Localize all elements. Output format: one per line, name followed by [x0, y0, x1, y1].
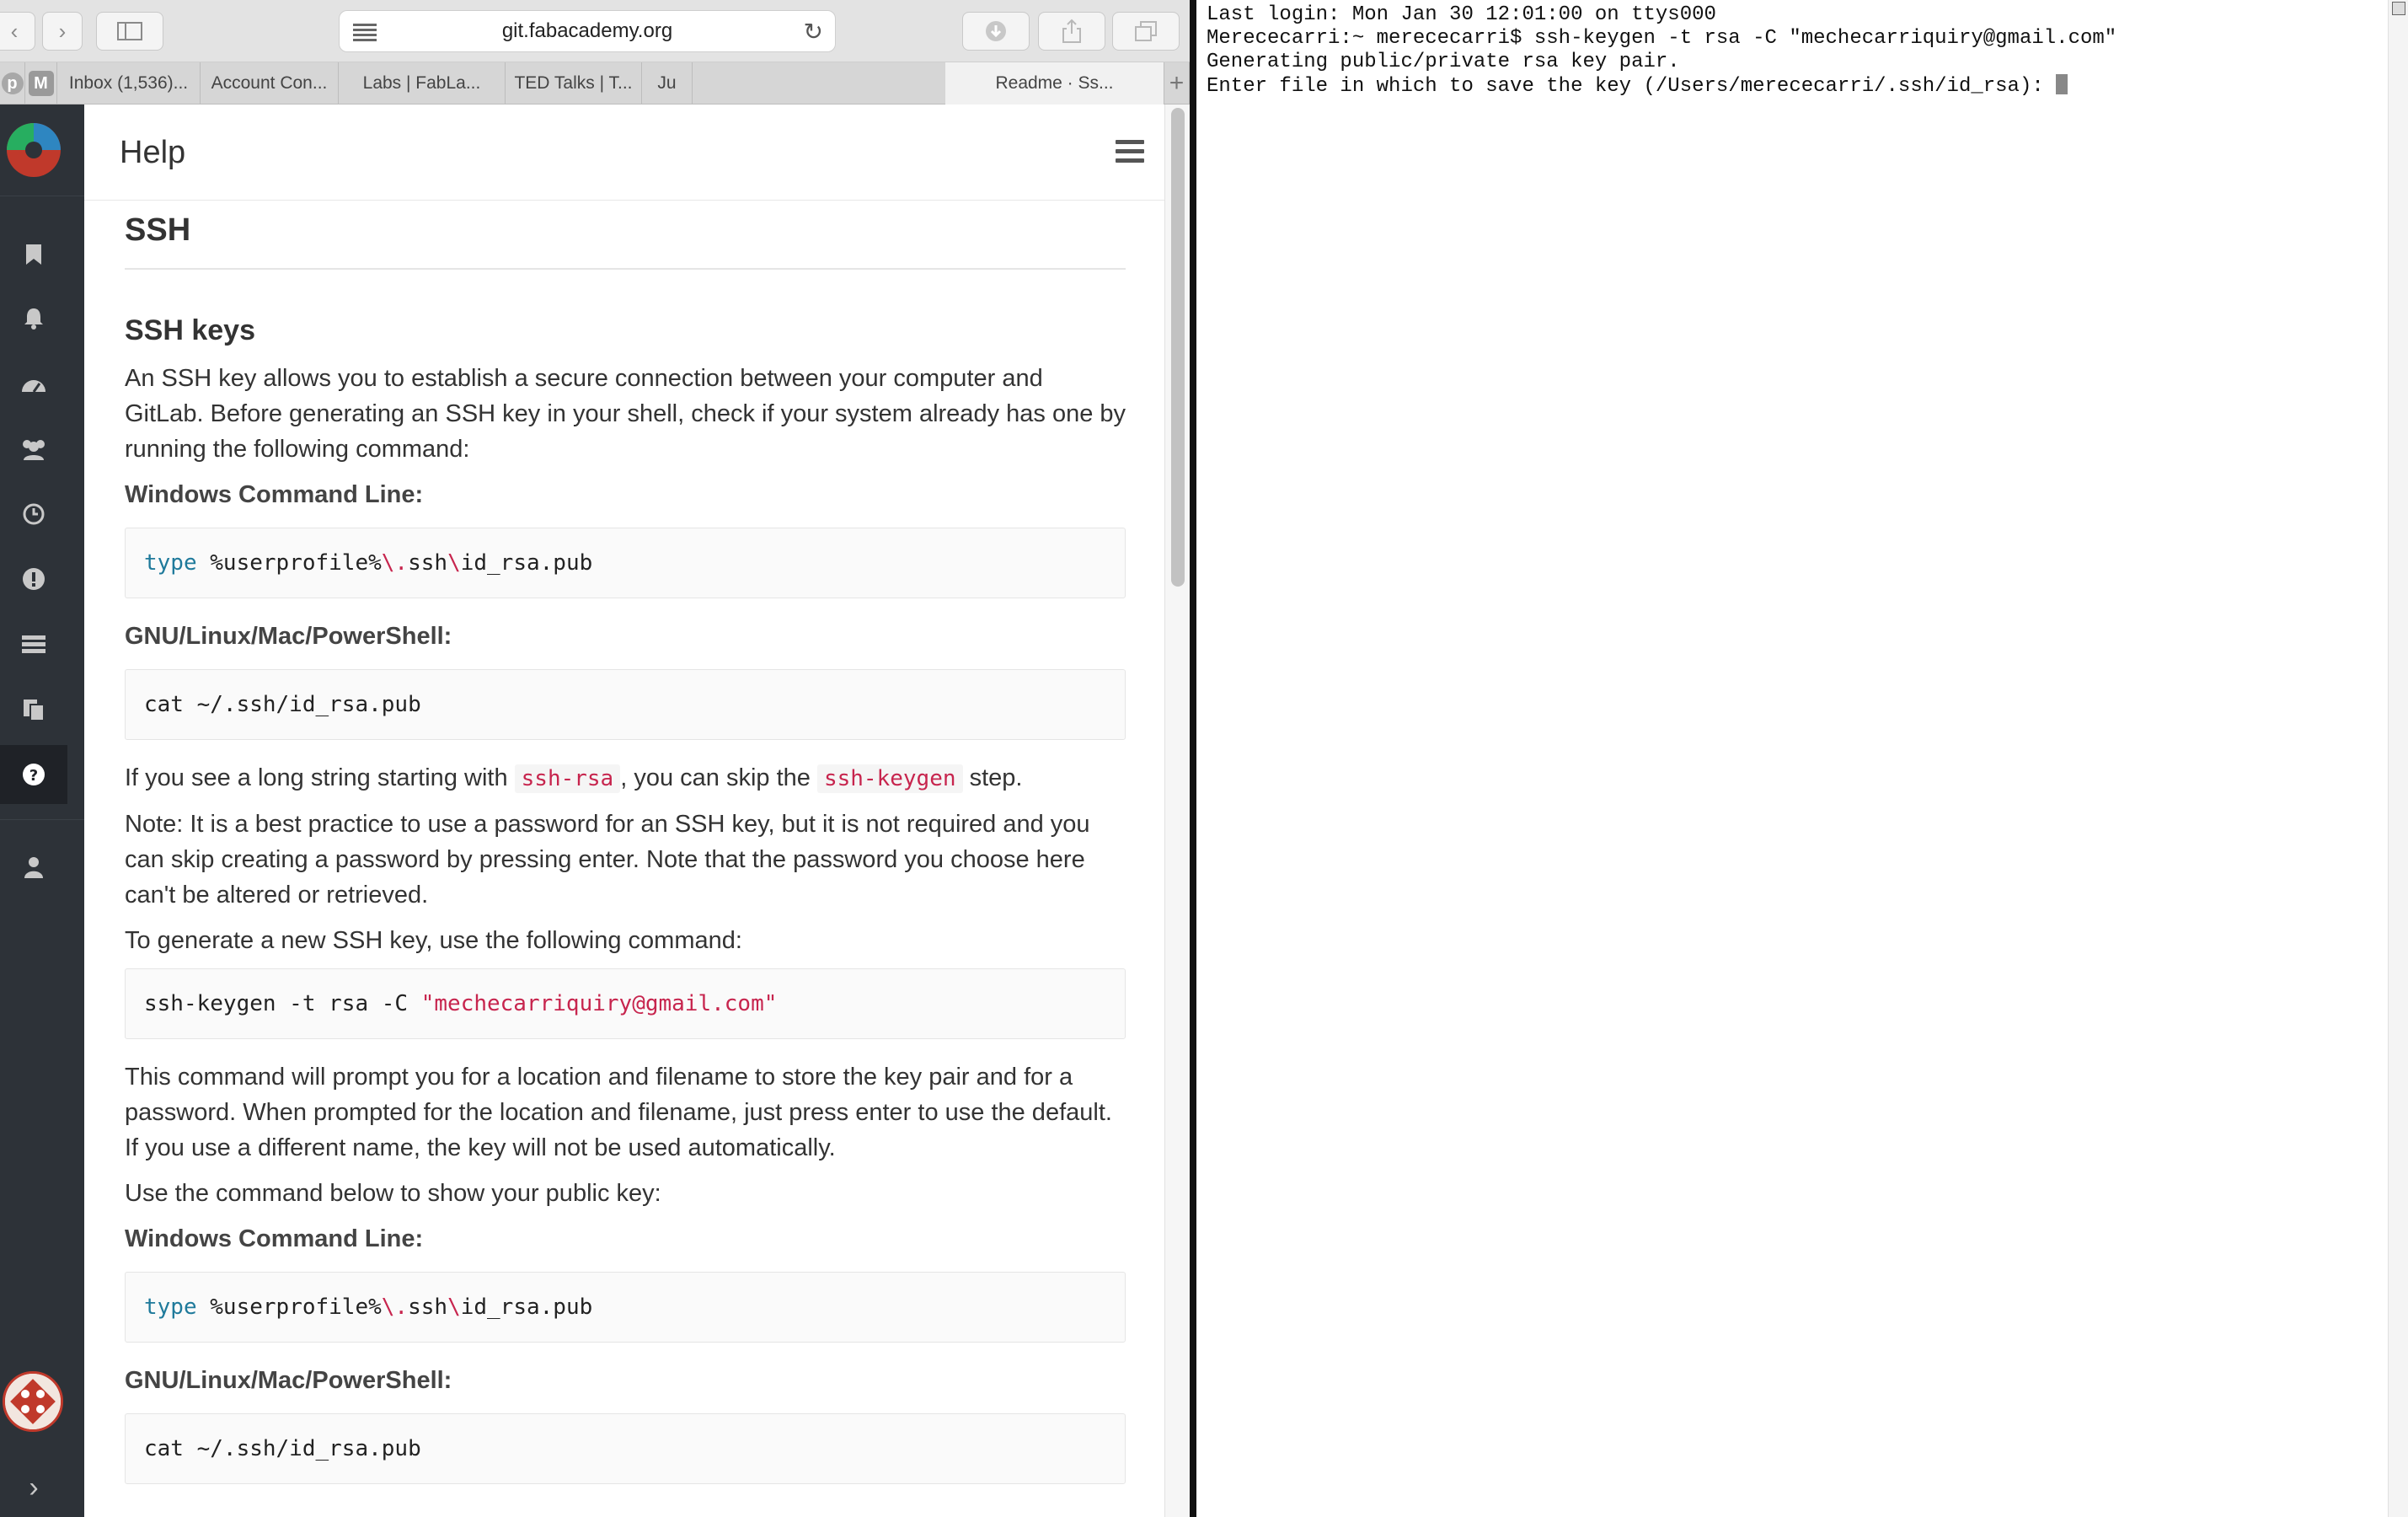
- tabs-overview-button[interactable]: [1112, 12, 1180, 51]
- tab-bar: p M Inbox (1,536)... Account Con... Labs…: [0, 62, 1190, 105]
- sidebar-item-issues[interactable]: [0, 549, 67, 608]
- url-text: git.fabacademy.org: [501, 19, 673, 42]
- sidebar-toggle-button[interactable]: [96, 12, 163, 51]
- note-paragraph: Note: It is a best practice to use a pas…: [125, 811, 1090, 909]
- url-bar[interactable]: git.fabacademy.org ↻: [339, 10, 836, 52]
- terminal-scrollbar[interactable]: [2388, 0, 2408, 1517]
- code-block-gnu-2: cat ~/.ssh/id_rsa.pub: [125, 1413, 1126, 1484]
- fab-academy-logo[interactable]: [3, 116, 64, 184]
- skip-paragraph: If you see a long string starting with s…: [125, 764, 1023, 793]
- terminal-line: Merececarri:~ merececarri$ ssh-keygen -t…: [1207, 27, 2117, 50]
- chevron-right-icon: ›: [29, 1471, 39, 1504]
- terminal-output[interactable]: Last login: Mon Jan 30 12:01:00 on ttys0…: [1207, 3, 2116, 99]
- browser-window: ‹ › git.fabacademy.org ↻ p M Inbox (1,53…: [0, 0, 1190, 1517]
- svg-text:?: ?: [29, 767, 38, 785]
- tab-ted[interactable]: TED Talks | T...: [506, 62, 642, 105]
- bookmark-icon: [26, 244, 41, 265]
- tabs-icon: [1135, 21, 1157, 41]
- avatar[interactable]: [3, 1371, 63, 1432]
- sidebar-item-groups[interactable]: [0, 420, 67, 479]
- terminal-prompt-line: Enter file in which to save the key (/Us…: [1207, 74, 2116, 99]
- back-button[interactable]: ‹: [0, 12, 35, 51]
- sidebar-item-snippets[interactable]: [0, 680, 67, 739]
- hamburger-menu-icon[interactable]: [1116, 140, 1144, 163]
- list-icon: [22, 635, 45, 653]
- sidebar-item-profile[interactable]: [0, 838, 67, 897]
- clock-icon: [23, 503, 45, 525]
- plus-icon: +: [1169, 69, 1185, 97]
- markdown-document: SSH SSH keys An SSH key allows you to es…: [125, 209, 1126, 1504]
- browser-toolbar: ‹ › git.fabacademy.org ↻: [0, 0, 1190, 62]
- downloads-button[interactable]: [962, 12, 1030, 51]
- reader-icon[interactable]: [353, 21, 377, 41]
- code-block-keygen: ssh-keygen -t rsa -C "mechecarriquiry@gm…: [125, 968, 1126, 1039]
- dashboard-icon: [22, 380, 45, 393]
- avatar-pattern-icon: [5, 1374, 61, 1429]
- heading-ssh: SSH: [125, 209, 1126, 270]
- new-tab-button[interactable]: +: [1164, 62, 1190, 105]
- user-icon: [24, 857, 43, 878]
- gitlab-sidebar: ? ›: [0, 105, 84, 1517]
- share-button[interactable]: [1038, 12, 1105, 51]
- code-block-windows-2: type %userprofile% \. ssh \ id_rsa.pub: [125, 1272, 1126, 1343]
- window-divider: [1190, 0, 1196, 1517]
- gmail-icon: M: [28, 71, 54, 96]
- copy-icon: [24, 700, 45, 721]
- page-header: Help: [84, 105, 1164, 201]
- pinterest-icon: p: [1, 72, 24, 94]
- code-block-gnu: cat ~/.ssh/id_rsa.pub: [125, 669, 1126, 740]
- intro-paragraph: An SSH key allows you to establish a sec…: [125, 365, 1126, 463]
- reload-icon[interactable]: ↻: [804, 18, 823, 46]
- sidebar-item-projects[interactable]: [0, 225, 67, 284]
- terminal-cursor: [2056, 74, 2068, 94]
- tab-account[interactable]: Account Con...: [201, 62, 339, 105]
- windows-label: Windows Command Line:: [125, 481, 424, 508]
- tab-readme[interactable]: Readme · Ss...: [945, 62, 1164, 105]
- generate-paragraph: To generate a new SSH key, use the follo…: [125, 927, 742, 954]
- download-icon: [986, 21, 1006, 41]
- heading-ssh-keys: SSH keys: [125, 314, 255, 346]
- inline-code-ssh-keygen: ssh-keygen: [816, 764, 963, 793]
- scroll-up-button[interactable]: [2392, 2, 2405, 15]
- gnu-label-2: GNU/Linux/Mac/PowerShell:: [125, 1367, 452, 1394]
- tab-pinned-pinterest[interactable]: p: [0, 62, 25, 105]
- sidebar-item-milestones[interactable]: [0, 485, 67, 544]
- code-block-windows: type %userprofile% \. ssh \ id_rsa.pub: [125, 528, 1126, 598]
- tab-pinned-gmail[interactable]: M: [25, 62, 57, 105]
- sidebar-item-dashboard[interactable]: [0, 354, 67, 413]
- exclamation-icon: [23, 568, 45, 590]
- forward-button[interactable]: ›: [42, 12, 83, 51]
- question-icon: ?: [23, 764, 45, 785]
- help-content: Help SSH SSH keys An SSH key allows you …: [84, 105, 1164, 1517]
- tab-ju[interactable]: Ju: [642, 62, 693, 105]
- page-scrollbar[interactable]: [1164, 105, 1190, 1517]
- tab-labs[interactable]: Labs | FabLa...: [339, 62, 506, 105]
- sidebar-item-merge-requests[interactable]: [0, 615, 67, 674]
- users-icon: [23, 440, 45, 460]
- inline-code-ssh-rsa: ssh-rsa: [514, 764, 621, 793]
- terminal-line: Last login: Mon Jan 30 12:01:00 on ttys0…: [1207, 3, 1716, 26]
- scrollbar-thumb[interactable]: [1171, 108, 1185, 587]
- share-icon: [1062, 19, 1081, 43]
- terminal-line: Generating public/private rsa key pair.: [1207, 51, 1680, 73]
- sidebar-icon: [117, 22, 142, 40]
- collapse-sidebar-button[interactable]: ›: [0, 1458, 67, 1517]
- show-key-paragraph: Use the command below to show your publi…: [125, 1180, 661, 1207]
- prompt-paragraph: This command will prompt you for a locat…: [125, 1064, 1112, 1161]
- windows-label-2: Windows Command Line:: [125, 1225, 424, 1252]
- bell-icon: [24, 308, 43, 330]
- sidebar-item-help[interactable]: ?: [0, 745, 67, 804]
- terminal-window[interactable]: Last login: Mon Jan 30 12:01:00 on ttys0…: [1196, 0, 2408, 1517]
- chevron-left-icon: ‹: [10, 18, 19, 44]
- tab-inbox[interactable]: Inbox (1,536)...: [57, 62, 201, 105]
- page-title: Help: [120, 135, 186, 170]
- chevron-right-icon: ›: [58, 18, 67, 44]
- sidebar-item-activity[interactable]: [0, 288, 67, 347]
- gnu-label: GNU/Linux/Mac/PowerShell:: [125, 623, 452, 650]
